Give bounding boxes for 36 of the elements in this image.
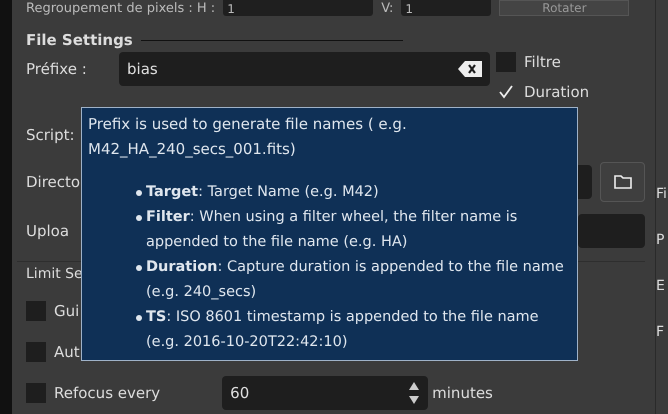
option-checkbox[interactable]: Refocus every	[26, 382, 160, 402]
minutes-spinbox[interactable]: 60	[222, 376, 428, 410]
upload-label: Uploa	[26, 222, 70, 240]
tooltip-bullet: Filter: When using a filter wheel, the filter name is appended to the file name (e.g. HA)	[146, 208, 518, 252]
checkmark-icon	[498, 84, 514, 100]
binning-v-label: V:	[381, 2, 394, 16]
script-label: Script:	[26, 126, 76, 144]
prefix-label: Préfixe :	[26, 60, 88, 78]
tooltip-bullet: TS: ISO 8601 timestamp is appended to the file name (e.g. 2016-10-20T22:42:10)	[146, 308, 540, 352]
panel-label: F	[656, 324, 666, 340]
tooltip-bullet: Target: Target Name (e.g. M42)	[146, 183, 380, 202]
binning-v-spinbox[interactable]: 1	[401, 0, 492, 16]
spin-arrows-icon	[408, 380, 420, 406]
panel-label: P	[656, 232, 666, 248]
clear-icon[interactable]	[458, 61, 482, 77]
option-checkbox[interactable]: Gui	[26, 300, 80, 320]
directory-label: Directo	[26, 173, 82, 191]
section-title: File Settings	[26, 31, 133, 49]
tooltip-intro: Prefix is used to generate file names ( e.g. M42_HA_240_secs_001.fits)	[88, 114, 408, 160]
folder-button[interactable]	[600, 162, 645, 202]
bullet-icon	[136, 315, 142, 321]
panel-label: E	[656, 278, 666, 294]
binning-label: Regroupement de pixels : H :	[26, 2, 216, 16]
upload-field[interactable]	[578, 214, 645, 248]
prefix-field[interactable]: bias	[119, 52, 490, 86]
unit-label: minutes	[432, 384, 493, 402]
panel-label: Fi	[656, 186, 668, 202]
option-checkbox[interactable]: Duration	[496, 82, 590, 102]
folder-icon	[614, 174, 632, 190]
option-checkbox[interactable]: Filtre	[496, 52, 590, 72]
binning-h-spinbox[interactable]: 1	[223, 0, 374, 16]
bullet-icon	[136, 265, 142, 271]
option-checkbox[interactable]: Aut	[26, 342, 80, 362]
bullet-icon	[136, 190, 142, 196]
tooltip-bullet: Duration: Capture duration is appended to the file name (e.g. 240_secs)	[146, 258, 565, 302]
bullet-icon	[136, 215, 142, 221]
